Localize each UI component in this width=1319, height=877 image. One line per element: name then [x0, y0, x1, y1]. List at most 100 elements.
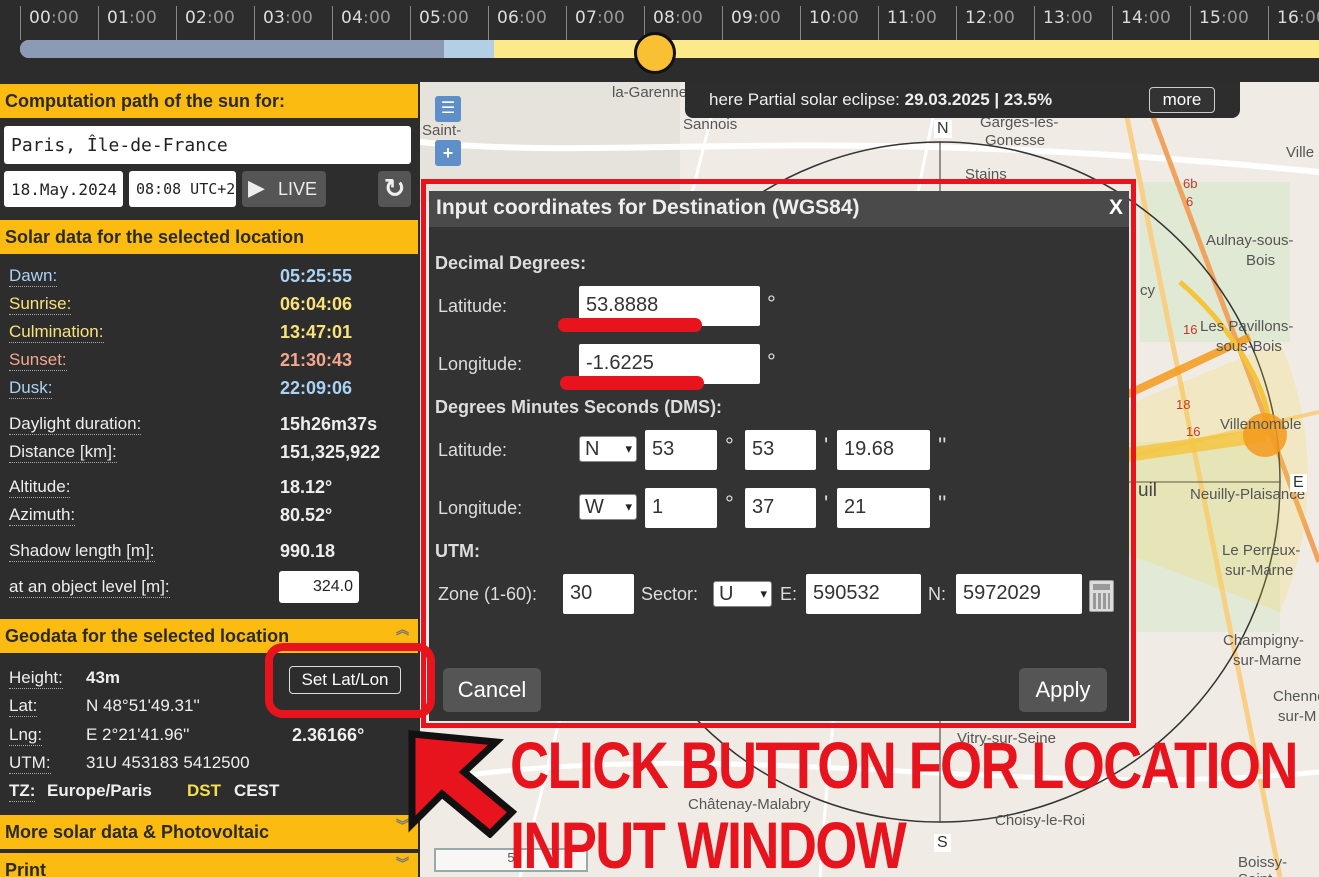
map-label: Aulnay-sous-: [1206, 232, 1294, 249]
map-label: Champigny-: [1223, 632, 1304, 649]
map-label: Ville: [1286, 144, 1315, 161]
time-input[interactable]: 08:08 UTC+2: [129, 171, 236, 207]
map-label: la-Garenne: [612, 84, 688, 101]
solar-row-value: 21:30:43: [280, 350, 353, 370]
map-label: Sannois: [683, 116, 738, 133]
utm-sector-select[interactable]: U ▾: [713, 581, 772, 607]
height-value: 43m: [86, 668, 121, 687]
dms-lat-seconds-input[interactable]: 19.68: [837, 430, 930, 470]
utm-northing-input[interactable]: 5972029: [956, 574, 1082, 614]
tick-hour: 08: [653, 8, 676, 28]
tick-hour: 02: [185, 8, 208, 28]
chevron-down-icon: ▾: [625, 441, 632, 456]
play-icon: ▶: [248, 175, 265, 200]
dms-longitude-label: Longitude:: [438, 498, 523, 518]
map-label: sur-Marne: [1233, 652, 1302, 669]
cancel-button[interactable]: Cancel: [443, 668, 541, 712]
object-level-input[interactable]: 324.0: [279, 571, 359, 603]
more-solar-header[interactable]: More solar data & Photovoltaic ︾: [0, 815, 418, 849]
chevron-down-icon: ︾: [395, 856, 409, 871]
dms-lng-hemisphere-select[interactable]: W ▾: [579, 494, 637, 520]
road-number: 6b: [1183, 176, 1198, 191]
tick-minutes: :00: [1221, 8, 1250, 28]
refresh-icon[interactable]: ↻: [378, 171, 411, 207]
azimuth-label: Azimuth:: [9, 505, 76, 526]
tick-hour: 09: [731, 8, 754, 28]
northing-label: N:: [928, 584, 946, 604]
sun-time-handle[interactable]: [634, 32, 676, 74]
tick-minutes: :00: [363, 8, 392, 28]
dms-header: Degrees Minutes Seconds (DMS):: [435, 397, 723, 417]
compass-north: N: [934, 120, 952, 138]
tick-hour: 07: [575, 8, 598, 28]
decimal-longitude-label: Longitude:: [438, 354, 523, 374]
compass-east: E: [1290, 474, 1307, 492]
lat-label: Lat:: [9, 696, 38, 717]
twilight-segment: [444, 40, 494, 58]
time-tick: 01:00: [98, 6, 157, 40]
solar-row-label: Dawn:: [9, 266, 58, 287]
more-solar-label: More solar data & Photovoltaic: [5, 822, 270, 842]
solar-row-label: Dusk:: [9, 378, 53, 399]
tick-minutes: :00: [207, 8, 236, 28]
tick-hour: 13: [1043, 8, 1066, 28]
dms-lat-minutes-input[interactable]: 53: [745, 430, 816, 470]
tick-hour: 11: [887, 8, 910, 28]
tick-hour: 10: [809, 8, 832, 28]
daylight-label: Daylight duration:: [9, 414, 142, 435]
tick-minutes: :00: [51, 8, 80, 28]
zoom-in-icon[interactable]: +: [435, 140, 461, 166]
map-label: Les Pavillons-: [1200, 318, 1294, 335]
solar-header-label: Solar data for the selected location: [5, 227, 305, 247]
tick-hour: 14: [1121, 8, 1144, 28]
distance-value: 151,325,922: [280, 442, 381, 462]
tick-minutes: :00: [987, 8, 1016, 28]
tick-minutes: :00: [1299, 8, 1319, 28]
utm-header: UTM:: [435, 541, 480, 561]
dms-lng-seconds-input[interactable]: 21: [837, 488, 930, 528]
map-label: Bois: [1246, 252, 1276, 269]
dms-lng-degrees-input[interactable]: 1: [645, 488, 717, 528]
map-label: cy: [1140, 282, 1155, 299]
dms-lng-minutes-input[interactable]: 37: [745, 488, 816, 528]
utm-easting-input[interactable]: 590532: [806, 574, 921, 614]
tick-hour: 12: [965, 8, 988, 28]
live-button[interactable]: ▶ LIVE: [242, 171, 326, 207]
time-tick: 15:00: [1190, 6, 1249, 40]
utm-zone-input[interactable]: 30: [563, 574, 634, 614]
location-input[interactable]: Paris, Île-de-France: [4, 126, 411, 164]
annotation-highlight-box: [265, 643, 435, 718]
altitude-label: Altitude:: [9, 477, 71, 498]
night-segment: [20, 40, 444, 58]
tick-minutes: :00: [1143, 8, 1172, 28]
road-number: 18: [1176, 397, 1191, 412]
dms-latitude-label: Latitude:: [438, 440, 508, 460]
calculator-icon[interactable]: [1089, 580, 1114, 612]
time-tick: 14:00: [1112, 6, 1171, 40]
lng-decimal-value: 2.36166°: [292, 725, 365, 745]
dms-lat-degrees-input[interactable]: 53: [645, 430, 717, 470]
tick-minutes: :00: [597, 8, 626, 28]
eclipse-prefix: here Partial solar eclipse:: [709, 90, 900, 109]
date-input[interactable]: 18.May.2024: [4, 171, 123, 207]
apply-button[interactable]: Apply: [1019, 668, 1107, 712]
time-tick: 03:00: [254, 6, 313, 40]
height-label: Height:: [9, 668, 63, 689]
degree-symbol: °: [725, 433, 734, 458]
time-tick: 07:00: [566, 6, 625, 40]
road-number: 16: [1186, 424, 1201, 439]
print-header[interactable]: Print ︾: [0, 853, 418, 877]
dms-lat-hemisphere-select[interactable]: N ▾: [579, 436, 637, 462]
eclipse-more-button[interactable]: more: [1149, 87, 1215, 113]
tick-hour: 03: [263, 8, 286, 28]
menu-icon[interactable]: ☰: [435, 96, 461, 122]
geo-header-label: Geodata for the selected location: [5, 626, 290, 646]
close-icon[interactable]: X: [1109, 196, 1123, 220]
dialog-title: Input coordinates for Destination (WGS84…: [436, 196, 860, 219]
eclipse-banner: here Partial solar eclipse: 29.03.2025 |…: [685, 82, 1240, 118]
time-slider-bar[interactable]: 00:00 01:00 02:00 03:00 04:00 05:00 06:00 07:00…: [0, 0, 1319, 82]
time-tick: 09:00: [722, 6, 781, 40]
tz-abbr: CEST: [234, 781, 280, 800]
time-tick: 16:00: [1268, 6, 1319, 40]
tick-hour: 00: [29, 8, 52, 28]
